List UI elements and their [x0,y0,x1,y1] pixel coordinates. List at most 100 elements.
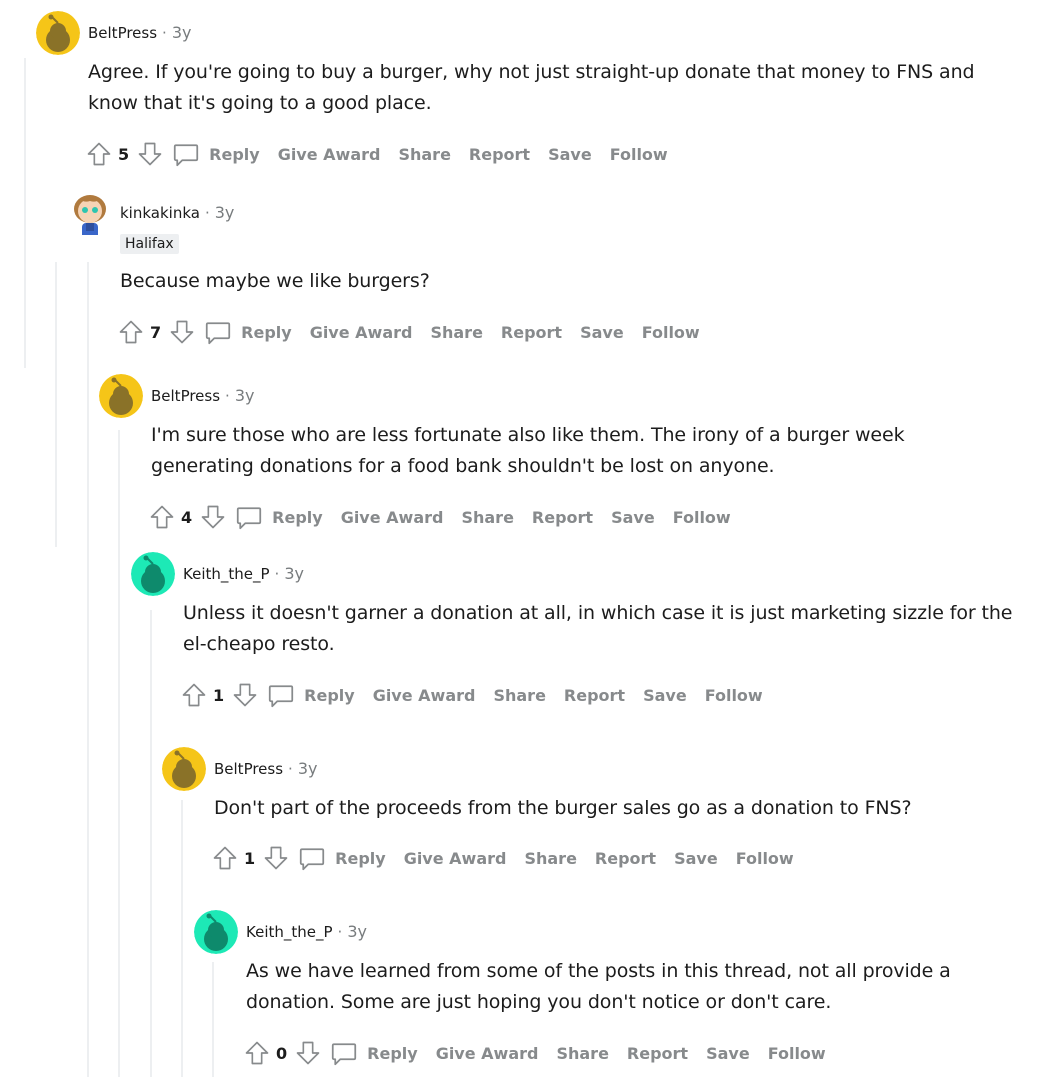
comment-actions: 5 Reply Give Award Share Report Save Fol… [84,137,686,171]
downvote-arrow-icon [296,1041,320,1065]
downvote-button[interactable] [230,680,260,710]
snoo-avatar-icon [162,747,206,791]
save-button[interactable]: Save [643,686,687,705]
upvote-button[interactable] [84,139,114,169]
timestamp[interactable]: 3y [298,759,318,778]
timestamp[interactable]: 3y [235,386,255,405]
give-award-button[interactable]: Give Award [278,145,381,164]
reply-button[interactable]: Reply [171,139,260,169]
author-link[interactable]: kinkakinka [120,204,200,222]
give-award-button[interactable]: Give Award [373,686,476,705]
reply-label: Reply [335,848,386,868]
user-avatar[interactable] [68,191,112,235]
report-button[interactable]: Report [627,1044,688,1063]
report-button[interactable]: Report [564,686,625,705]
comment-actions: 1 Reply Give Award Share Report Save Fol… [210,841,812,875]
share-button[interactable]: Share [398,145,450,164]
follow-button[interactable]: Follow [705,686,763,705]
comment-bubble-icon [300,848,325,871]
user-avatar[interactable] [162,747,206,791]
comment-bubble-icon [237,507,262,530]
upvote-arrow-icon [213,846,237,870]
follow-button[interactable]: Follow [673,508,731,527]
timestamp[interactable]: 3y [284,564,304,583]
save-button[interactable]: Save [706,1044,750,1063]
reply-label: Reply [304,685,355,705]
follow-button[interactable]: Follow [642,323,700,342]
timestamp[interactable]: 3y [347,922,367,941]
comment: BeltPress · 3y Agree. If you're going to b… [36,11,1027,171]
timestamp[interactable]: 3y [215,203,235,222]
reply-label: Reply [272,507,323,527]
share-button[interactable]: Share [493,686,545,705]
comment-body: Agree. If you're going to buy a burger, … [88,61,975,114]
author-link[interactable]: Keith_the_P [183,565,270,583]
user-avatar[interactable] [36,11,80,55]
report-button[interactable]: Report [595,849,656,868]
reply-button[interactable]: Reply [297,843,386,873]
vote-count: 0 [276,1043,288,1063]
downvote-arrow-icon [233,683,257,707]
report-button[interactable]: Report [501,323,562,342]
upvote-button[interactable] [147,502,177,532]
author-link[interactable]: BeltPress [88,24,157,42]
author-link[interactable]: BeltPress [151,387,220,405]
reply-button[interactable]: Reply [234,502,323,532]
follow-button[interactable]: Follow [610,145,668,164]
save-button[interactable]: Save [611,508,655,527]
downvote-button[interactable] [198,502,228,532]
follow-button[interactable]: Follow [736,849,794,868]
give-award-button[interactable]: Give Award [341,508,444,527]
reply-button[interactable]: Reply [266,680,355,710]
share-button[interactable]: Share [461,508,513,527]
meta-separator: · [204,204,210,222]
share-button[interactable]: Share [430,323,482,342]
author-link[interactable]: BeltPress [214,760,283,778]
downvote-arrow-icon [264,846,288,870]
give-award-button[interactable]: Give Award [404,849,507,868]
user-avatar[interactable] [99,374,143,418]
upvote-button[interactable] [116,317,146,347]
user-flair: Halifax [120,234,179,254]
upvote-button[interactable] [179,680,209,710]
thread-line[interactable] [24,58,26,368]
thread-line[interactable] [55,262,57,547]
comment: BeltPress · 3y Don't part of the proceeds … [162,747,1027,887]
share-button[interactable]: Share [524,849,576,868]
user-avatar[interactable] [194,910,238,954]
author-link[interactable]: Keith_the_P [246,923,333,941]
comment-meta: Keith_the_P · 3y [246,922,367,942]
comment-body: Don't part of the proceeds from the burg… [214,797,912,819]
comment-actions: 7 Reply Give Award Share Report Save Fol… [116,315,718,349]
downvote-button[interactable] [167,317,197,347]
downvote-button[interactable] [261,843,291,873]
meta-separator: · [274,565,280,583]
downvote-button[interactable] [135,139,165,169]
upvote-button[interactable] [242,1038,272,1068]
save-button[interactable]: Save [548,145,592,164]
report-button[interactable]: Report [469,145,530,164]
report-button[interactable]: Report [532,508,593,527]
downvote-button[interactable] [293,1038,323,1068]
follow-button[interactable]: Follow [768,1044,826,1063]
meta-separator: · [162,24,167,42]
save-button[interactable]: Save [674,849,718,868]
give-award-button[interactable]: Give Award [310,323,413,342]
reply-label: Reply [241,322,292,342]
share-button[interactable]: Share [556,1044,608,1063]
reply-button[interactable]: Reply [203,317,292,347]
comment: kinkakinka · 3y Halifax Because maybe we l… [68,191,1027,351]
vote-count: 1 [244,848,256,868]
vote-count: 4 [181,507,193,527]
upvote-button[interactable] [210,843,240,873]
save-button[interactable]: Save [580,323,624,342]
comment-meta: kinkakinka · 3y [120,203,234,223]
timestamp[interactable]: 3y [172,23,192,42]
user-avatar[interactable] [131,552,175,596]
give-award-button[interactable]: Give Award [436,1044,539,1063]
snoo-avatar-icon [36,11,80,55]
comment-bubble-icon [206,322,231,345]
thread-line[interactable] [87,262,89,1077]
comment-actions: 0 Reply Give Award Share Report Save Fol… [242,1036,844,1070]
reply-button[interactable]: Reply [329,1038,418,1068]
